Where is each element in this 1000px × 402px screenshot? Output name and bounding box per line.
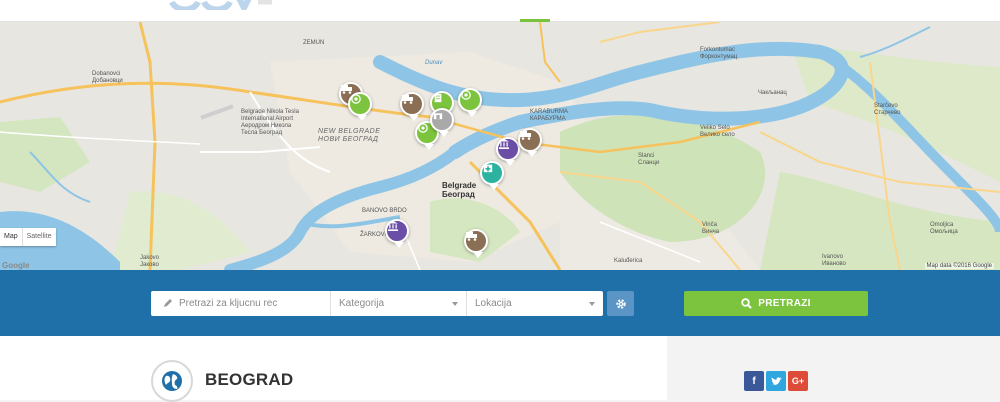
- map-label-zemun: ZEMUN: [303, 40, 325, 46]
- map-type-satellite[interactable]: Satellite: [21, 228, 56, 246]
- search-form: Pretrazi za kljucnu rec Kategorija Lokac…: [151, 291, 603, 316]
- map-area[interactable]: Dobanovci Добановци ZEMUN Belgrade Nikola…: [0, 22, 1000, 270]
- keyword-placeholder: Pretrazi za kljucnu rec: [179, 298, 278, 309]
- map-pin-truck[interactable]: [464, 229, 488, 258]
- side-panel: [667, 336, 1000, 400]
- target-icon: [418, 123, 428, 133]
- globe-icon: [162, 371, 182, 391]
- map-pin-store[interactable]: [430, 108, 454, 137]
- search-bar: Pretrazi za kljucnu rec Kategorija Lokac…: [0, 270, 1000, 336]
- map-pin-bank[interactable]: [496, 137, 520, 166]
- map-type-control: Map Satellite: [0, 228, 56, 246]
- map-data-credit[interactable]: Map data ©2016 Google: [924, 263, 994, 269]
- chevron-down-icon: [452, 302, 458, 306]
- map-label-airport: Belgrade Nikola Tesla International Airpo…: [241, 109, 299, 136]
- pencil-icon: [164, 299, 172, 307]
- truck-icon: [466, 232, 477, 241]
- target-icon: [461, 90, 471, 100]
- search-submit-label: PRETRAZI: [758, 298, 811, 309]
- facebook-share-button[interactable]: f: [744, 371, 764, 391]
- truck-icon: [402, 95, 413, 104]
- site-logo[interactable]: [168, 0, 280, 10]
- bank-icon: [388, 221, 398, 231]
- map-label-forkontumac: Forkontumac Форконтумац: [700, 47, 738, 60]
- map-label-dobanovci: Dobanovci Добановци: [92, 71, 123, 84]
- location-placeholder: Lokacija: [475, 298, 512, 309]
- content-area: BEOGRAD f G+: [0, 336, 1000, 402]
- map-label-starcevo: Starčevo Старчево: [874, 103, 901, 116]
- google-plus-icon: G+: [791, 376, 805, 386]
- map-pin-truck[interactable]: [400, 92, 424, 121]
- main-panel: BEOGRAD: [0, 336, 667, 402]
- truck-icon: [341, 85, 352, 94]
- building-icon: [434, 93, 442, 103]
- map-pin-hospital[interactable]: [480, 161, 504, 190]
- map-label-kaludjerica: Kaluđerica: [614, 258, 643, 264]
- facebook-icon: f: [752, 375, 756, 387]
- store-icon: [433, 113, 443, 120]
- bank-icon: [499, 139, 509, 149]
- map-label-vinca: Vinča Винча: [702, 222, 720, 235]
- google-plus-share-button[interactable]: G+: [788, 371, 808, 391]
- map-pin-target[interactable]: [348, 92, 372, 121]
- social-share-buttons: f G+: [744, 371, 808, 391]
- target-icon: [351, 94, 361, 104]
- search-submit-button[interactable]: PRETRAZI: [684, 291, 868, 316]
- truck-icon: [520, 131, 531, 140]
- twitter-share-button[interactable]: [766, 371, 786, 391]
- location-select[interactable]: Lokacija: [467, 291, 603, 316]
- map-label-jakovo: Jakovo Јаково: [140, 255, 160, 268]
- map-label-slanci: Slanci Сланци: [638, 153, 660, 166]
- map-type-map[interactable]: Map: [0, 228, 22, 246]
- map-pin-truck[interactable]: [518, 128, 542, 157]
- map-pin-target[interactable]: [458, 88, 482, 117]
- keyword-search-input[interactable]: Pretrazi za kljucnu rec: [151, 291, 331, 316]
- category-placeholder: Kategorija: [339, 298, 385, 309]
- city-badge: [151, 360, 193, 402]
- gear-icon: [615, 298, 626, 309]
- advanced-search-button[interactable]: [607, 291, 634, 316]
- map-label-banovo-brdo: BANOVO BRDO: [362, 208, 407, 214]
- map-label-new-belgrade: NEW BELGRADE НОВИ БЕОГРАД: [318, 128, 381, 143]
- map-label-ivanovo: Ivanovo Иваново: [822, 254, 846, 267]
- search-icon: [741, 298, 753, 309]
- map-label-chakljanac: Чакљанац: [758, 90, 787, 96]
- map-label-dunav: Dunav: [425, 60, 443, 66]
- twitter-icon: [770, 376, 782, 385]
- city-title: BEOGRAD: [205, 370, 294, 389]
- top-header: [0, 0, 1000, 22]
- google-logo[interactable]: Google: [2, 261, 30, 270]
- map-label-belgrade: Belgrade Београд: [442, 181, 477, 199]
- map-pin-bank[interactable]: [385, 219, 409, 248]
- map-label-karaburma: KARABURMA КАРАБУРМА: [530, 109, 569, 122]
- chevron-down-icon: [589, 302, 595, 306]
- map-label-omoljica: Omoljica Омољица: [930, 222, 958, 235]
- map-label-veliko-selo: Veliko Selo Велико село: [700, 125, 735, 138]
- category-select[interactable]: Kategorija: [331, 291, 467, 316]
- hospital-icon: [483, 164, 493, 173]
